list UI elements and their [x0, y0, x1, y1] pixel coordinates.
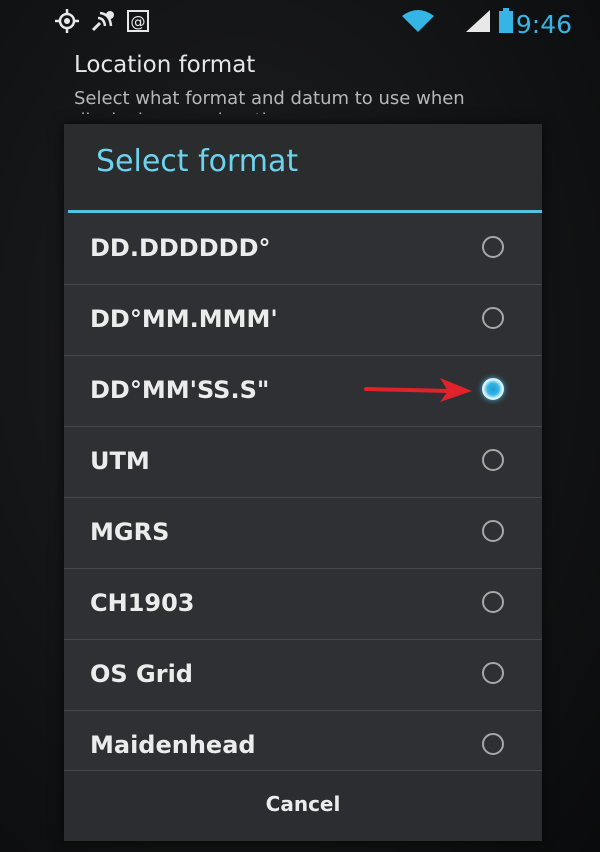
radio-button[interactable] [482, 733, 504, 755]
radio-button-checked[interactable] [482, 378, 504, 400]
phone-screen: @ 9:46 Location format Select what forma… [0, 0, 600, 852]
gps-icon [55, 9, 79, 33]
status-bar: @ 9:46 [0, 0, 600, 46]
radio-button[interactable] [482, 236, 504, 258]
option-label: DD.DDDDDD° [90, 234, 271, 262]
radio-button[interactable] [482, 591, 504, 613]
format-option[interactable]: UTM [64, 427, 542, 498]
select-format-dialog: Select format DD.DDDDDD° DD°MM.MMM' DD°M… [64, 124, 542, 841]
radio-button[interactable] [482, 449, 504, 471]
setting-summary: Select what format and datum to use when… [74, 88, 465, 114]
format-option[interactable]: DD.DDDDDD° [64, 214, 542, 285]
wifi-icon [402, 10, 434, 32]
status-time: 9:46 [515, 10, 572, 39]
option-label: MGRS [90, 518, 170, 546]
svg-text:@: @ [131, 13, 146, 31]
option-label: CH1903 [90, 589, 195, 617]
setting-title: Location format [74, 52, 256, 78]
red-arrow-icon [364, 378, 472, 402]
format-option[interactable]: CH1903 [64, 569, 542, 640]
email-icon: @ [127, 10, 149, 32]
option-label: DD°MM'SS.S" [90, 376, 270, 404]
notification-icon [91, 11, 114, 32]
dialog-title: Select format [96, 144, 299, 179]
option-label: DD°MM.MMM' [90, 305, 278, 333]
format-option[interactable]: MGRS [64, 498, 542, 569]
option-label: UTM [90, 447, 150, 475]
radio-button[interactable] [482, 520, 504, 542]
radio-button[interactable] [482, 307, 504, 329]
signal-icon [466, 10, 490, 32]
format-option[interactable]: DD°MM.MMM' [64, 285, 542, 356]
format-option[interactable]: OS Grid [64, 640, 542, 711]
cancel-button[interactable]: Cancel [64, 771, 542, 841]
dialog-header: Select format [64, 124, 542, 210]
radio-button[interactable] [482, 662, 504, 684]
option-label: OS Grid [90, 660, 193, 688]
dialog-footer: Cancel [64, 770, 542, 841]
title-divider [68, 210, 542, 213]
option-label: Maidenhead [90, 731, 256, 759]
format-option-list: DD.DDDDDD° DD°MM.MMM' DD°MM'SS.S" UTM MG… [64, 214, 542, 782]
battery-icon [499, 8, 513, 33]
